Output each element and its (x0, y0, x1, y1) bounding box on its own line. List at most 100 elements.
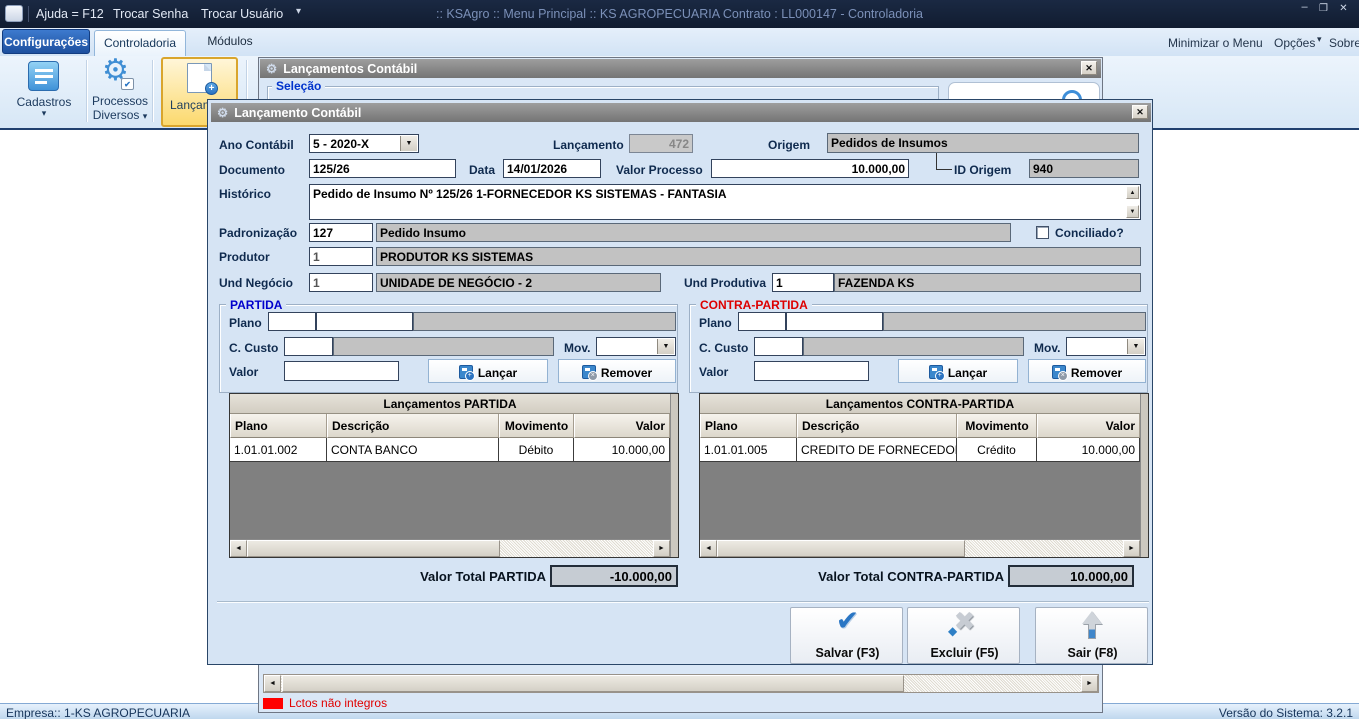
scrollbar-thumb[interactable] (247, 540, 500, 557)
ano-contabil-combobox[interactable]: 5 - 2020-X ▼ (309, 134, 419, 153)
data-field[interactable]: 14/01/2026 (503, 159, 601, 178)
partida-remover-label: Remover (601, 366, 652, 380)
partida-row-cell[interactable]: CONTA BANCO (327, 438, 499, 462)
scroll-up-icon[interactable]: ▲ (1126, 186, 1139, 199)
und-produtiva-desc-field: FAZENDA KS (834, 273, 1141, 292)
ribbon-button-processos-diversos[interactable]: ⚙ ✔ Processos Diversos ▾ (90, 58, 150, 126)
partida-title: PARTIDA (226, 298, 286, 312)
contra-col-movimento[interactable]: Movimento (957, 414, 1037, 438)
partida-lancar-label: Lançar (478, 366, 517, 380)
background-hscrollbar[interactable]: ◄ ► (263, 674, 1099, 693)
dialog-close-button[interactable]: ✕ (1132, 105, 1148, 119)
contra-row-cell[interactable]: Crédito (957, 438, 1037, 462)
contra-remover-button[interactable]: × Remover (1028, 359, 1146, 383)
tab-modulos[interactable]: Módulos (198, 34, 262, 54)
scroll-down-icon[interactable]: ▼ (1126, 205, 1139, 218)
excluir-button[interactable]: ✖ ◆ Excluir (F5) (907, 607, 1020, 664)
contra-col-descricao[interactable]: Descrição (797, 414, 957, 438)
gear-icon: ⚙ (266, 62, 277, 76)
contra-row-cell[interactable]: 1.01.01.005 (700, 438, 797, 462)
contra-plano-code1-field[interactable] (738, 312, 786, 331)
button-panel-divider (217, 601, 1149, 603)
menu-minimizar-menu[interactable]: Minimizar o Menu (1168, 36, 1263, 50)
partida-col-descricao[interactable]: Descrição (327, 414, 499, 438)
ribbon-button-cadastros[interactable]: Cadastros ▾ (4, 58, 84, 126)
contra-mov-combobox[interactable]: ▼ (1066, 337, 1146, 356)
scrollbar-thumb[interactable] (282, 675, 904, 692)
partida-row-cell[interactable]: 10.000,00 (574, 438, 670, 462)
conciliado-checkbox[interactable] (1036, 226, 1049, 239)
contra-grid-vstrip[interactable] (1140, 394, 1148, 557)
background-window-close-button[interactable]: ✕ (1081, 61, 1097, 75)
valor-processo-field[interactable]: 10.000,00 (711, 159, 909, 178)
contra-row-cell[interactable]: 10.000,00 (1037, 438, 1140, 462)
und-produtiva-code-field[interactable]: 1 (772, 273, 834, 292)
background-window-titlebar[interactable]: ⚙ Lançamentos Contábil (260, 59, 1101, 78)
plus-badge-icon: + (205, 82, 218, 95)
und-negocio-code-field[interactable]: 1 (309, 273, 373, 292)
menu-opcoes[interactable]: Opções (1274, 36, 1315, 50)
menu-sobre[interactable]: Sobre (1329, 36, 1359, 50)
app-menu-button[interactable]: Configurações (2, 29, 90, 54)
partida-grid-vstrip[interactable] (670, 394, 678, 557)
dialog-title: Lançamento Contábil (234, 106, 361, 120)
combo-arrow-icon[interactable]: ▼ (400, 136, 417, 151)
close-icon: ✕ (1136, 107, 1144, 117)
combo-arrow-icon[interactable]: ▼ (657, 339, 674, 354)
scroll-left-icon[interactable]: ◄ (264, 675, 281, 692)
dialog-titlebar[interactable]: ⚙Lançamento Contábil (211, 103, 1151, 122)
contra-col-plano[interactable]: Plano (700, 414, 797, 438)
partida-row-cell[interactable]: 1.01.01.002 (230, 438, 327, 462)
scroll-right-icon[interactable]: ► (1081, 675, 1098, 692)
minimize-icon[interactable]: – (1297, 1, 1312, 14)
id-origem-label: ID Origem (954, 163, 1011, 177)
partida-col-valor[interactable]: Valor (574, 414, 670, 438)
partida-col-movimento[interactable]: Movimento (499, 414, 574, 438)
contra-ccusto-code-field[interactable] (754, 337, 803, 356)
close-icon[interactable]: ✕ (1336, 3, 1351, 16)
contra-valor-field[interactable] (754, 361, 869, 381)
historico-field[interactable]: Pedido de Insumo Nº 125/26 1-FORNECEDOR … (309, 184, 1141, 220)
scrollbar-thumb[interactable] (717, 540, 965, 557)
partida-plano-desc-field (413, 312, 676, 331)
partida-grid-hscrollbar[interactable]: ◄ ► (230, 539, 670, 557)
scroll-left-icon[interactable]: ◄ (230, 540, 247, 557)
produtor-code-field[interactable]: 1 (309, 247, 373, 266)
partida-ccusto-code-field[interactable] (284, 337, 333, 356)
background-window-title: Lançamentos Contábil (283, 62, 417, 76)
legend-label: Lctos não integros (289, 696, 387, 710)
partida-grid: Lançamentos PARTIDA Plano Descrição Movi… (229, 393, 679, 558)
partida-remover-button[interactable]: × Remover (558, 359, 676, 383)
salvar-button[interactable]: ✔ Salvar (F3) (790, 607, 903, 664)
scroll-right-icon[interactable]: ► (1123, 540, 1140, 557)
scroll-left-icon[interactable]: ◄ (700, 540, 717, 557)
window-titlebar[interactable]: Ajuda = F12 Trocar Senha Trocar Usuário … (0, 0, 1359, 28)
contra-grid-hscrollbar[interactable]: ◄ ► (700, 539, 1140, 557)
und-negocio-label: Und Negócio (219, 276, 293, 290)
contra-plano-code2-field[interactable] (786, 312, 883, 331)
partida-valor-field[interactable] (284, 361, 399, 381)
partida-row-cell[interactable]: Débito (499, 438, 574, 462)
data-label: Data (469, 163, 495, 177)
partida-plano-code1-field[interactable] (268, 312, 316, 331)
contra-row-cell[interactable]: CREDITO DE FORNECEDOR (797, 438, 957, 462)
sair-button[interactable]: Sair (F8) (1035, 607, 1148, 664)
partida-mov-combobox[interactable]: ▼ (596, 337, 676, 356)
padronizacao-code-field[interactable]: 127 (309, 223, 373, 242)
partida-plano-code2-field[interactable] (316, 312, 413, 331)
calendar-check-icon: ✔ (121, 78, 134, 90)
contra-total-field: 10.000,00 (1008, 565, 1134, 587)
combo-arrow-icon[interactable]: ▼ (1127, 339, 1144, 354)
contra-ccusto-label: C. Custo (699, 341, 748, 355)
opcoes-caret-icon[interactable]: ▾ (1317, 34, 1322, 45)
documento-field[interactable]: 125/26 (309, 159, 456, 178)
processos-caret-icon: ▾ (143, 111, 148, 121)
contra-plano-desc-field (883, 312, 1146, 331)
partida-col-plano[interactable]: Plano (230, 414, 327, 438)
partida-total-label: Valor Total PARTIDA (331, 569, 546, 584)
scroll-right-icon[interactable]: ► (653, 540, 670, 557)
restore-icon[interactable]: ❐ (1316, 3, 1331, 16)
contra-lancar-button[interactable]: + Lançar (898, 359, 1018, 383)
contra-col-valor[interactable]: Valor (1037, 414, 1140, 438)
partida-lancar-button[interactable]: + Lançar (428, 359, 548, 383)
